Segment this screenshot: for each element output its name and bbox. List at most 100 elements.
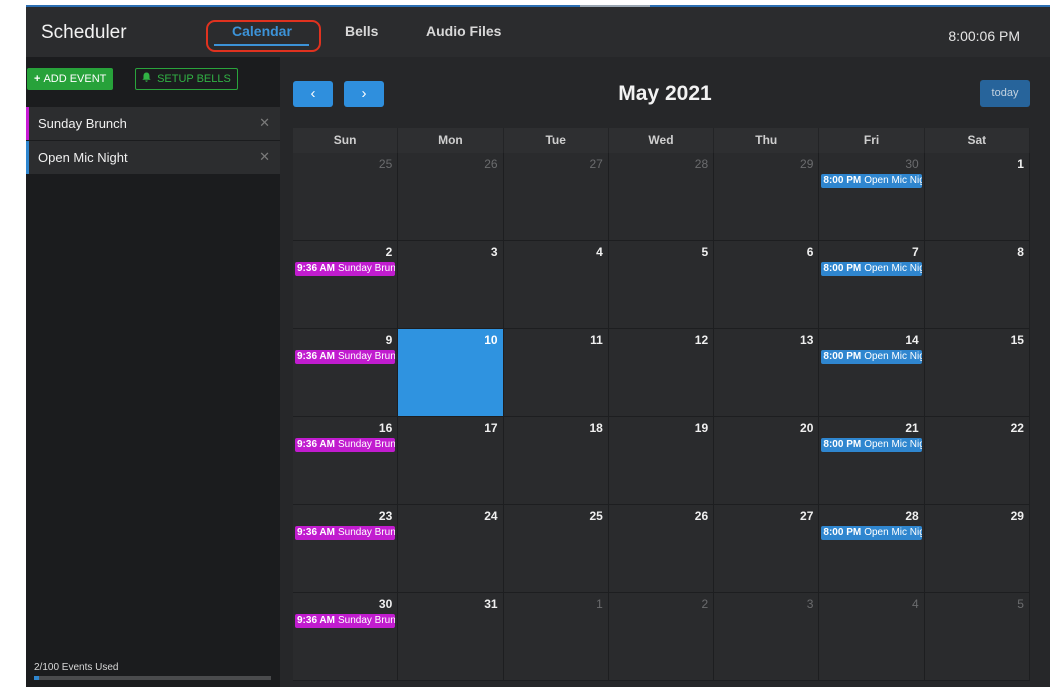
day-number: 29 [1010,509,1024,523]
day-number: 30 [905,157,919,171]
event-title: Open Mic Night [864,175,921,186]
add-event-button[interactable]: + ADD EVENT [27,68,114,90]
day-number: 14 [905,333,919,347]
event-chip-open-mic-night[interactable]: 8:00 PMOpen Mic Night [821,526,922,540]
day-number: 17 [484,421,498,435]
calendar-day[interactable]: 18 [503,417,609,505]
month-title: May 2021 [618,82,712,105]
calendar-day[interactable]: 11 [503,329,609,417]
day-number: 13 [800,333,814,347]
calendar-day[interactable]: 29 [924,505,1030,593]
calendar-day[interactable]: 25 [293,153,399,241]
calendar-day[interactable]: 26 [398,153,504,241]
day-number: 25 [378,157,393,171]
event-time: 9:36 AM [297,439,335,450]
close-icon[interactable]: ✕ [259,115,270,131]
calendar-day[interactable]: 20 [714,417,820,505]
day-number: 1 [596,597,603,611]
calendar-day[interactable]: 1 [924,153,1030,241]
close-icon[interactable]: ✕ [259,149,270,165]
calendar-day[interactable]: 16 9:36 AMSunday Brunch [293,417,399,505]
calendar-day[interactable]: 5 [924,593,1030,681]
event-title: Open Mic Night [864,439,921,450]
calendar-day[interactable]: 26 [608,505,715,593]
event-chip-open-mic-night[interactable]: 8:00 PMOpen Mic Night [821,350,922,364]
calendar-day[interactable]: 14 8:00 PMOpen Mic Night [819,329,925,417]
app-header: Scheduler Calendar Bells Audio Files 8:0… [26,7,1050,57]
calendar-day[interactable]: 31 [398,593,504,681]
day-number: 4 [912,597,919,611]
day-number: 31 [484,597,498,611]
sidebar-event-sunday-brunch[interactable]: Sunday Brunch ✕ [26,107,280,140]
calendar-day[interactable]: 12 [608,329,715,417]
event-time: 9:36 AM [297,351,335,362]
event-title: Open Mic Night [864,263,921,274]
calendar-week-row: 2 9:36 AMSunday Brunch 3 4 5 6 7 8:00 PMOpen Mi… [293,241,1030,329]
event-time: 8:00 PM [823,527,862,538]
calendar-day[interactable]: 30 9:36 AMSunday Brunch [293,593,399,681]
day-number: 1 [1017,157,1024,171]
event-chip-sunday-brunch[interactable]: 9:36 AMSunday Brunch [295,438,396,452]
event-title: Sunday Brunch [337,263,396,274]
sidebar-event-open-mic-night[interactable]: Open Mic Night ✕ [26,141,280,174]
event-chip-sunday-brunch[interactable]: 9:36 AMSunday Brunch [295,350,396,364]
tab-calendar[interactable]: Calendar [232,23,292,39]
calendar-day-today[interactable]: 10 [398,329,504,417]
calendar-week-row: 23 9:36 AMSunday Brunch 24 25 26 27 28 8:00 PMO… [293,505,1030,593]
calendar-day[interactable]: 6 [714,241,820,329]
calendar-day[interactable]: 1 [503,593,609,681]
calendar-day[interactable]: 13 [714,329,820,417]
calendar-day[interactable]: 30 8:00 PMOpen Mic Night [819,153,925,241]
weekday-label: Wed [609,128,715,153]
calendar-day[interactable]: 3 [398,241,504,329]
event-title: Sunday Brunch [337,439,396,450]
calendar-day[interactable]: 17 [398,417,504,505]
event-chip-open-mic-night[interactable]: 8:00 PMOpen Mic Night [821,174,922,188]
event-time: 8:00 PM [823,263,862,274]
event-title: Open Mic Night [864,351,921,362]
calendar-day[interactable]: 5 [608,241,715,329]
calendar-day[interactable]: 25 [503,505,609,593]
calendar-day[interactable]: 29 [714,153,820,241]
day-number: 6 [806,245,814,259]
day-number: 23 [378,509,393,523]
day-number: 21 [905,421,919,435]
weekday-label: Thu [714,128,820,153]
calendar-day[interactable]: 19 [608,417,715,505]
calendar-day[interactable]: 28 [608,153,715,241]
event-chip-sunday-brunch[interactable]: 9:36 AMSunday Brunch [295,262,396,276]
calendar-day[interactable]: 24 [398,505,504,593]
calendar-day[interactable]: 4 [819,593,925,681]
calendar-day[interactable]: 7 8:00 PMOpen Mic Night [819,241,925,329]
event-chip-sunday-brunch[interactable]: 9:36 AMSunday Brunch [295,614,396,628]
calendar-day[interactable]: 23 9:36 AMSunday Brunch [293,505,399,593]
calendar-day[interactable]: 2 9:36 AMSunday Brunch [293,241,399,329]
calendar-day[interactable]: 22 [924,417,1030,505]
day-number: 5 [701,245,709,259]
calendar-day[interactable]: 3 [714,593,820,681]
calendar-day[interactable]: 27 [714,505,820,593]
calendar-day[interactable]: 4 [503,241,609,329]
day-number: 15 [1010,333,1024,347]
calendar-panel: ‹ › May 2021 today Sun Mon Tue Wed Thu F… [280,57,1050,687]
day-number: 2 [385,245,393,259]
calendar-day[interactable]: 2 [608,593,715,681]
calendar-day[interactable]: 21 8:00 PMOpen Mic Night [819,417,925,505]
day-number: 2 [701,597,709,611]
calendar-day[interactable]: 9 9:36 AMSunday Brunch [293,329,399,417]
events-used-bar [34,676,271,680]
event-chip-open-mic-night[interactable]: 8:00 PMOpen Mic Night [821,438,922,452]
calendar-day[interactable]: 28 8:00 PMOpen Mic Night [819,505,925,593]
day-number: 9 [385,333,393,347]
event-chip-open-mic-night[interactable]: 8:00 PMOpen Mic Night [821,262,922,276]
setup-bells-button[interactable]: SETUP BELLS [135,68,238,90]
tab-audio-files[interactable]: Audio Files [426,23,501,39]
day-number: 16 [378,421,393,435]
today-button[interactable]: today [980,80,1030,107]
day-number: 28 [694,157,709,171]
calendar-day[interactable]: 15 [924,329,1030,417]
tab-bells[interactable]: Bells [345,23,378,39]
calendar-day[interactable]: 27 [503,153,609,241]
event-chip-sunday-brunch[interactable]: 9:36 AMSunday Brunch [295,526,396,540]
calendar-day[interactable]: 8 [924,241,1030,329]
